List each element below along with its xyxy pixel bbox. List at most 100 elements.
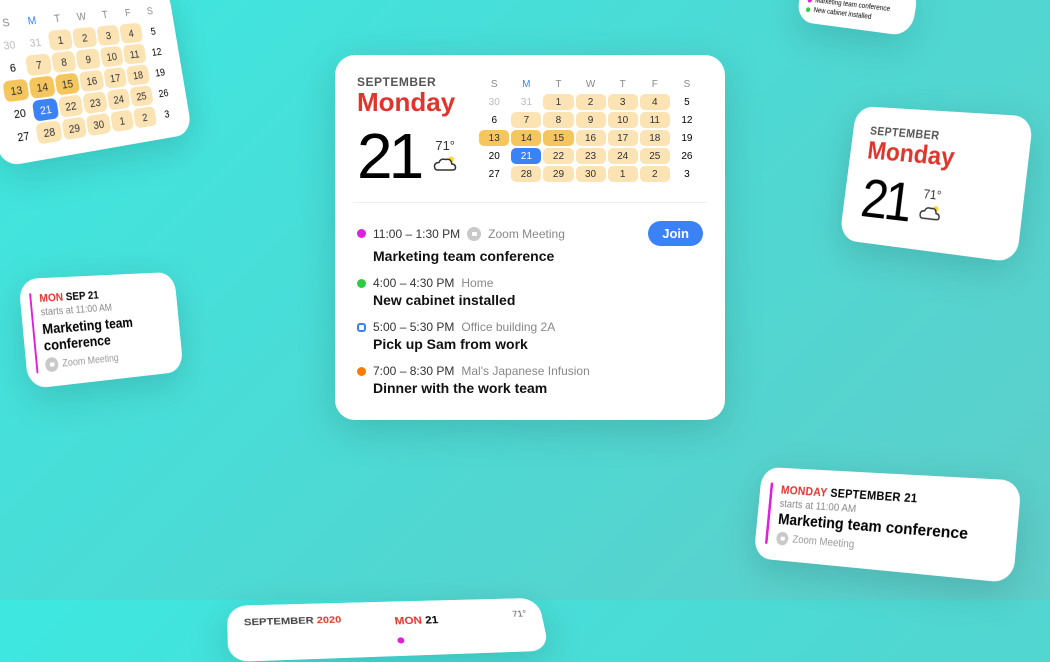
calendar-day-cell[interactable]: 30	[479, 94, 509, 110]
event-time: 11:00 – 1:30 PM	[373, 227, 460, 241]
calendar-day-cell[interactable]: 30	[576, 166, 606, 182]
calendar-day-cell[interactable]: 28	[511, 166, 541, 182]
calendar-day-cell[interactable]: 29	[543, 166, 573, 182]
calendar-day-cell[interactable]: 28	[36, 120, 63, 144]
calendar-day-cell[interactable]: 21	[511, 148, 541, 164]
temperature: 71°	[512, 610, 528, 620]
calendar-day-cell[interactable]: 27	[479, 166, 509, 182]
calendar-dow-header: S	[0, 11, 20, 34]
calendar-day-cell[interactable]: 15	[543, 130, 573, 146]
floating-mini-calendar: SMTWTFS303112345678910111213141516171819…	[0, 0, 192, 167]
temperature: 71°	[435, 138, 455, 153]
calendar-day-cell[interactable]: 3	[155, 103, 178, 125]
calendar-day-cell[interactable]: 14	[511, 130, 541, 146]
event-row[interactable]: 11:00 – 1:30 PMZoom MeetingJoinMarketing…	[357, 215, 703, 270]
floating-mini-agenda: MON 21 Marketing team conference New cab…	[796, 0, 920, 37]
calendar-day-cell[interactable]: 10	[99, 46, 124, 68]
calendar-widget-combo: SEPTEMBER 2020 MON 21 71°	[227, 598, 550, 662]
calendar-day-cell[interactable]: 23	[576, 148, 606, 164]
calendar-day-cell[interactable]: 14	[29, 75, 56, 98]
calendar-day-cell[interactable]: 4	[119, 23, 143, 44]
calendar-day-cell[interactable]: 7	[25, 53, 52, 76]
calendar-day-cell[interactable]: 30	[86, 113, 111, 136]
weather-block: 71°	[915, 186, 947, 231]
event-row[interactable]: 4:00 – 4:30 PMHomeNew cabinet installed	[357, 270, 703, 314]
combo-event-row	[396, 630, 532, 644]
calendar-day-cell[interactable]: 4	[640, 94, 670, 110]
calendar-day-cell[interactable]: 8	[51, 51, 77, 74]
calendar-day-cell[interactable]: 20	[6, 101, 34, 125]
calendar-day-cell[interactable]: 22	[543, 148, 573, 164]
calendar-day-cell[interactable]: 31	[511, 94, 541, 110]
calendar-day-cell[interactable]: 6	[0, 56, 27, 79]
calendar-day-cell[interactable]: 17	[608, 130, 638, 146]
calendar-day-cell[interactable]: 8	[543, 112, 573, 128]
calendar-day-cell[interactable]: 23	[82, 91, 107, 114]
calendar-day-cell[interactable]: 19	[672, 130, 702, 146]
calendar-day-cell[interactable]: 29	[61, 116, 87, 140]
divider	[353, 202, 707, 203]
calendar-day-cell[interactable]: 18	[640, 130, 670, 146]
calendar-day-cell[interactable]: 13	[479, 130, 509, 146]
event-accent-bar	[29, 293, 39, 374]
calendar-day-cell[interactable]: 15	[54, 73, 80, 96]
calendar-dow-header: M	[511, 76, 541, 92]
calendar-day-cell[interactable]: 2	[133, 106, 157, 129]
event-row[interactable]: 5:00 – 5:30 PMOffice building 2APick up …	[357, 314, 703, 358]
calendar-day-cell[interactable]: 7	[511, 112, 541, 128]
calendar-day-cell[interactable]: 31	[22, 31, 49, 54]
calendar-day-cell[interactable]: 5	[141, 21, 164, 42]
event-time: 4:00 – 4:30 PM	[373, 276, 454, 290]
calendar-day-cell[interactable]: 16	[79, 70, 104, 93]
join-button[interactable]: Join	[648, 221, 703, 246]
calendar-day-cell[interactable]: 18	[126, 64, 150, 86]
calendar-day-cell[interactable]: 19	[148, 62, 171, 83]
calendar-day-cell[interactable]: 26	[152, 82, 175, 104]
event-time: 5:00 – 5:30 PM	[373, 320, 454, 334]
calendar-day-cell[interactable]: 3	[96, 25, 121, 46]
calendar-day-cell[interactable]: 9	[576, 112, 606, 128]
calendar-widget-medium: SEPTEMBER Monday 21 71°	[839, 106, 1033, 263]
calendar-day-cell[interactable]: 24	[106, 88, 131, 111]
calendar-widget-large: SEPTEMBER Monday 21 71° SMTWTFS303112345…	[335, 55, 725, 420]
calendar-day-cell[interactable]: 25	[640, 148, 670, 164]
calendar-day-cell[interactable]: 1	[110, 109, 135, 132]
event-title: Dinner with the work team	[357, 380, 703, 396]
calendar-day-cell[interactable]: 1	[47, 29, 73, 51]
calendar-day-cell[interactable]: 11	[123, 43, 147, 64]
calendar-day-cell[interactable]: 5	[672, 94, 702, 110]
calendar-day-cell[interactable]: 26	[672, 148, 702, 164]
calendar-day-cell[interactable]: 30	[0, 33, 23, 56]
calendar-day-cell[interactable]: 20	[479, 148, 509, 164]
event-row[interactable]: 7:00 – 8:30 PMMal's Japanese InfusionDin…	[357, 358, 703, 402]
calendar-day-cell[interactable]: 11	[640, 112, 670, 128]
calendar-day-cell[interactable]: 17	[103, 67, 128, 89]
calendar-day-cell[interactable]: 24	[608, 148, 638, 164]
event-location: Office building 2A	[461, 320, 555, 334]
calendar-day-cell[interactable]: 25	[129, 85, 153, 107]
calendar-day-cell[interactable]: 6	[479, 112, 509, 128]
calendar-day-cell[interactable]: 2	[72, 27, 97, 49]
calendar-day-cell[interactable]: 21	[32, 98, 59, 122]
day-name: Monday	[357, 87, 460, 118]
calendar-day-cell[interactable]: 3	[608, 94, 638, 110]
calendar-dow-header: W	[69, 6, 94, 27]
calendar-day-cell[interactable]: 1	[608, 166, 638, 182]
event-card-small: MON SEP 21 starts at 11:00 AM Marketing …	[18, 272, 183, 390]
calendar-day-cell[interactable]: 2	[576, 94, 606, 110]
calendar-day-cell[interactable]: 16	[576, 130, 606, 146]
calendar-day-cell[interactable]: 27	[9, 124, 37, 149]
calendar-day-cell[interactable]: 12	[145, 41, 168, 62]
month-year-label: SEPTEMBER 2020	[244, 614, 375, 628]
mini-calendar-grid[interactable]: SMTWTFS303112345678910111213141516171819…	[478, 75, 703, 188]
weather-block: 71°	[430, 138, 460, 180]
calendar-day-cell[interactable]: 10	[608, 112, 638, 128]
calendar-day-cell[interactable]: 13	[2, 79, 30, 103]
calendar-day-cell[interactable]: 3	[672, 166, 702, 182]
calendar-day-cell[interactable]: 1	[543, 94, 573, 110]
calendar-day-cell[interactable]: 2	[640, 166, 670, 182]
calendar-day-cell[interactable]: 9	[76, 48, 101, 70]
calendar-day-cell[interactable]: 12	[672, 112, 702, 128]
calendar-day-cell[interactable]: 22	[58, 94, 84, 117]
calendar-dow-header: F	[640, 76, 670, 92]
